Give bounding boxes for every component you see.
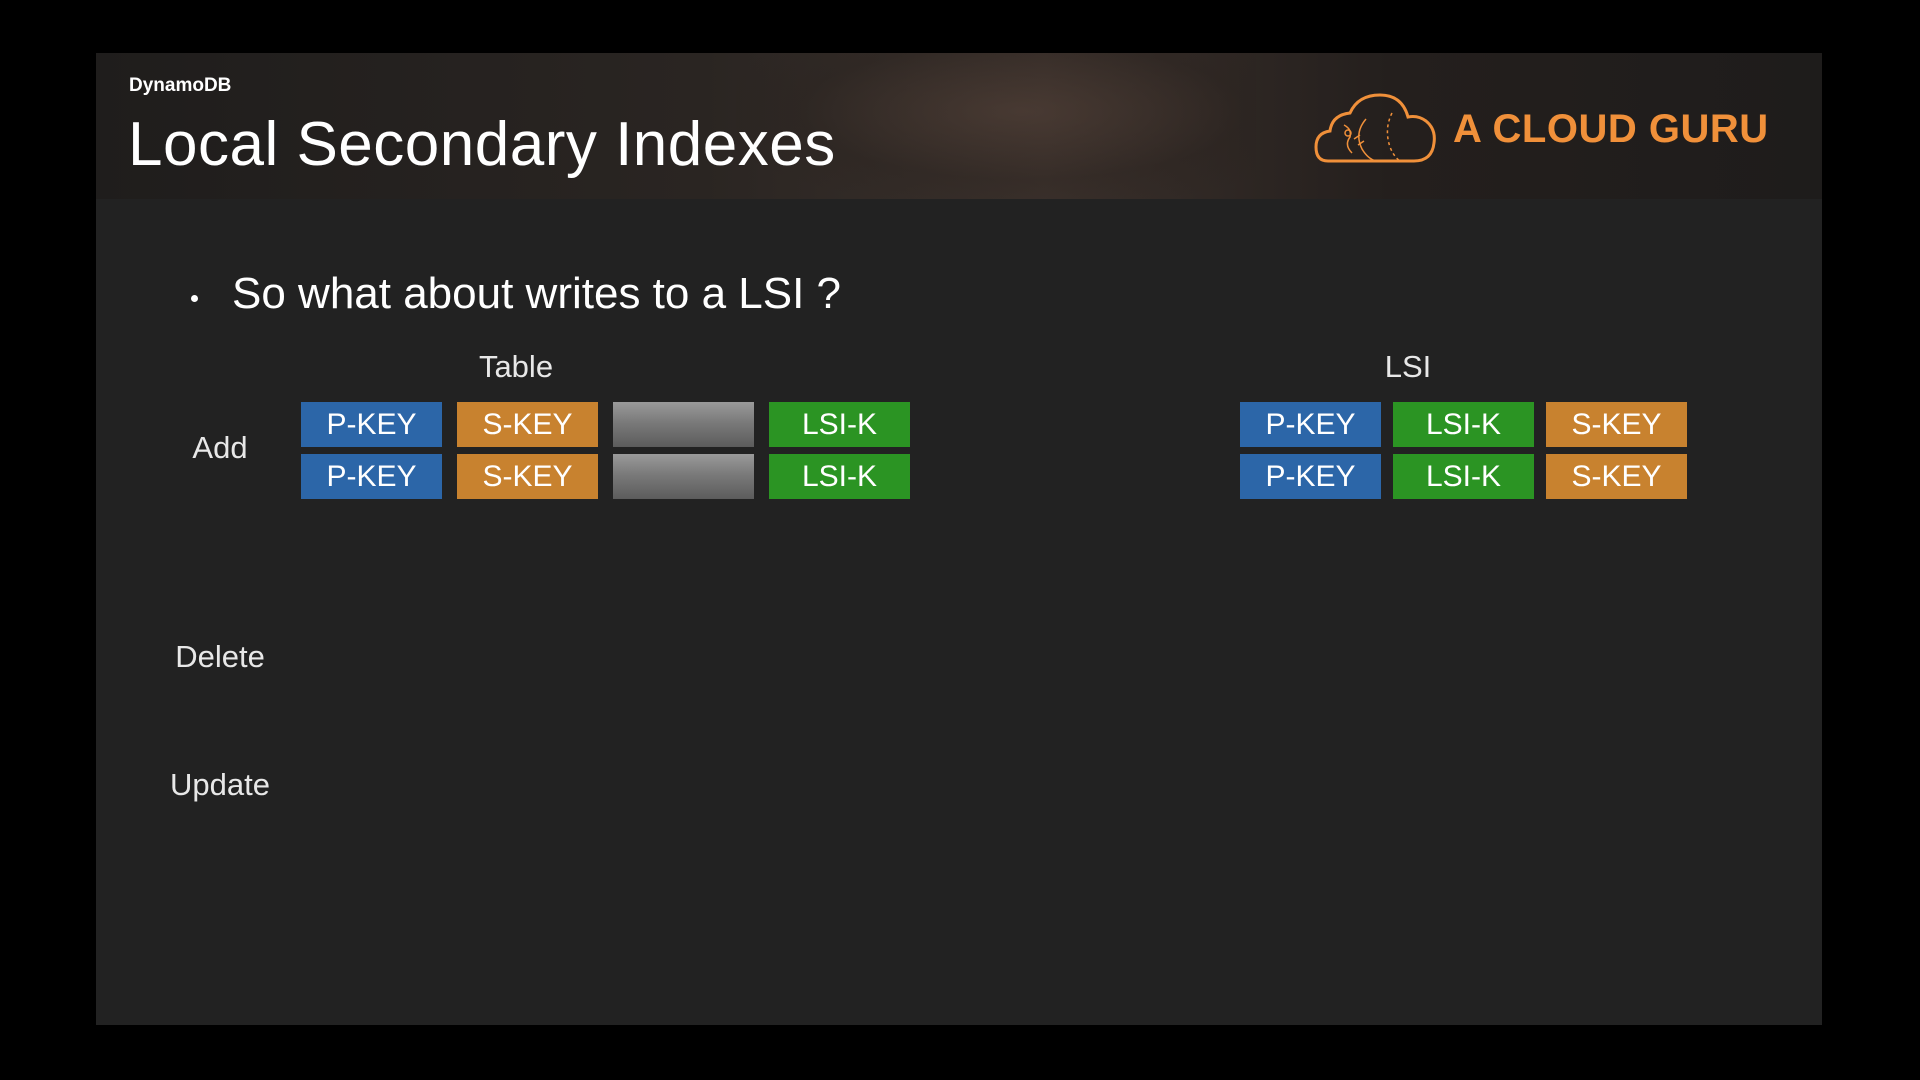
table-row2-p-key: P-KEY — [301, 454, 442, 499]
brand-name: A CLOUD GURU — [1453, 107, 1769, 151]
lsi-row2-s-key: S-KEY — [1546, 454, 1687, 499]
bullet-text: So what about writes to a LSI ? — [232, 269, 842, 318]
slide-header: DynamoDB Local Secondary Indexes A CLOUD… — [96, 53, 1822, 199]
bullet-dot — [191, 295, 198, 302]
table-row2-s-key: S-KEY — [457, 454, 598, 499]
table-row1-p-key: P-KEY — [301, 402, 442, 447]
lsi-row1-lsi-key: LSI-K — [1393, 402, 1534, 447]
lsi-row2-lsi-key: LSI-K — [1393, 454, 1534, 499]
table-row2-attribute — [613, 454, 754, 499]
lsi-row1-p-key: P-KEY — [1240, 402, 1381, 447]
row-label-add: Add — [192, 430, 248, 465]
table-heading: Table — [478, 349, 554, 384]
lsi-row2-p-key: P-KEY — [1240, 454, 1381, 499]
table-row2-lsi-key: LSI-K — [769, 454, 910, 499]
lsi-heading: LSI — [1384, 349, 1432, 384]
lsi-row1-s-key: S-KEY — [1546, 402, 1687, 447]
brand: A CLOUD GURU — [1314, 89, 1784, 169]
table-row1-attribute — [613, 402, 754, 447]
table-row1-lsi-key: LSI-K — [769, 402, 910, 447]
row-label-delete: Delete — [175, 639, 265, 674]
section-label: DynamoDB — [129, 75, 232, 96]
slide: DynamoDB Local Secondary Indexes A CLOUD… — [96, 53, 1822, 1025]
table-row1-s-key: S-KEY — [457, 402, 598, 447]
row-label-update: Update — [170, 767, 270, 802]
page-title: Local Secondary Indexes — [128, 110, 836, 179]
cloud-logo-icon — [1314, 93, 1436, 163]
